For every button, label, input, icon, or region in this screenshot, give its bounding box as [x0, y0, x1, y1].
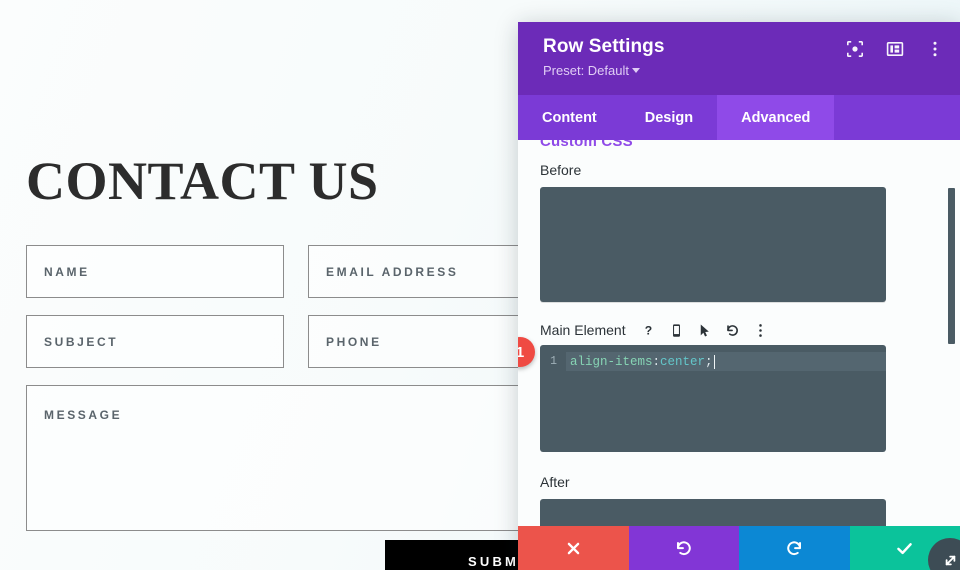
custom-css-section-heading: Custom CSS — [540, 140, 633, 150]
undo-icon — [677, 540, 691, 555]
form-row-2: SUBJECT PHONE — [26, 315, 566, 368]
phone-field-label: PHONE — [326, 334, 382, 349]
tab-content[interactable]: Content — [518, 95, 621, 140]
name-field[interactable]: NAME — [26, 245, 284, 298]
redo-icon — [787, 540, 801, 555]
tab-content-label: Content — [542, 109, 597, 126]
layout-panel-icon[interactable] — [886, 40, 904, 58]
more-options-icon[interactable] — [926, 40, 944, 58]
tabs-filler — [834, 95, 960, 140]
preset-selector[interactable]: Preset: Default — [543, 63, 942, 78]
hover-cursor-icon[interactable] — [697, 323, 712, 338]
css-semicolon-token: ; — [705, 354, 713, 369]
chevron-down-icon — [632, 68, 640, 73]
message-field-label: MESSAGE — [44, 408, 123, 422]
after-code-input[interactable] — [540, 499, 886, 529]
email-address-field-label: EMAIL ADDRESS — [326, 264, 459, 279]
tab-advanced[interactable]: Advanced — [717, 95, 835, 140]
preset-label: Preset: Default — [543, 63, 629, 78]
message-field[interactable]: MESSAGE — [26, 385, 566, 531]
css-property-token: align-items — [570, 354, 653, 369]
page-title: CONTACT US — [26, 151, 379, 211]
reset-icon[interactable] — [725, 323, 740, 338]
tab-design[interactable]: Design — [621, 95, 717, 140]
close-icon — [567, 542, 580, 554]
cancel-button[interactable] — [518, 526, 629, 570]
css-colon-token: : — [652, 354, 661, 369]
code-line-1: 1 align-items: center; — [540, 352, 886, 371]
after-label: After — [540, 474, 570, 490]
redo-button[interactable] — [739, 526, 850, 570]
modal-footer — [518, 526, 960, 570]
modal-header-icon-group — [846, 40, 944, 58]
code-content[interactable]: align-items: center; — [566, 352, 886, 371]
main-element-label: Main Element — [540, 322, 626, 338]
undo-button[interactable] — [628, 526, 739, 570]
svg-text:?: ? — [644, 323, 651, 337]
modal-body: Custom CSS Before Main Element ? 1 1 ali… — [518, 140, 960, 566]
tab-advanced-label: Advanced — [741, 109, 811, 126]
text-caret — [713, 354, 715, 369]
form-row-1: NAME EMAIL ADDRESS — [26, 245, 566, 298]
modal-tabs: Content Design Advanced — [518, 95, 960, 140]
css-value-token: center — [660, 354, 706, 369]
check-icon — [897, 542, 913, 554]
tab-design-label: Design — [644, 109, 694, 126]
name-field-label: NAME — [44, 264, 90, 279]
focus-target-icon[interactable] — [846, 40, 864, 58]
modal-header: Row Settings Preset: Default — [518, 22, 960, 95]
main-element-header: Main Element ? — [540, 322, 938, 338]
responsive-device-icon[interactable] — [669, 323, 684, 338]
modal-scrollbar[interactable] — [948, 188, 955, 344]
resize-diagonal-icon — [945, 555, 955, 565]
screenshot-root: CONTACT US NAME EMAIL ADDRESS SUBJECT PH… — [0, 0, 960, 570]
before-code-input[interactable] — [540, 187, 886, 302]
main-element-editor-wrap: 1 1 align-items: center; — [518, 337, 886, 452]
main-element-code-editor[interactable]: 1 align-items: center; — [540, 345, 886, 452]
more-options-icon[interactable] — [753, 323, 768, 338]
line-number: 1 — [550, 355, 557, 368]
subject-field-label: SUBJECT — [44, 334, 119, 349]
subject-field[interactable]: SUBJECT — [26, 315, 284, 368]
before-label: Before — [540, 162, 582, 178]
row-settings-modal: Row Settings Preset: Default Content Des… — [518, 22, 960, 570]
help-icon[interactable]: ? — [641, 323, 656, 338]
annotation-badge-1: 1 — [518, 337, 535, 367]
